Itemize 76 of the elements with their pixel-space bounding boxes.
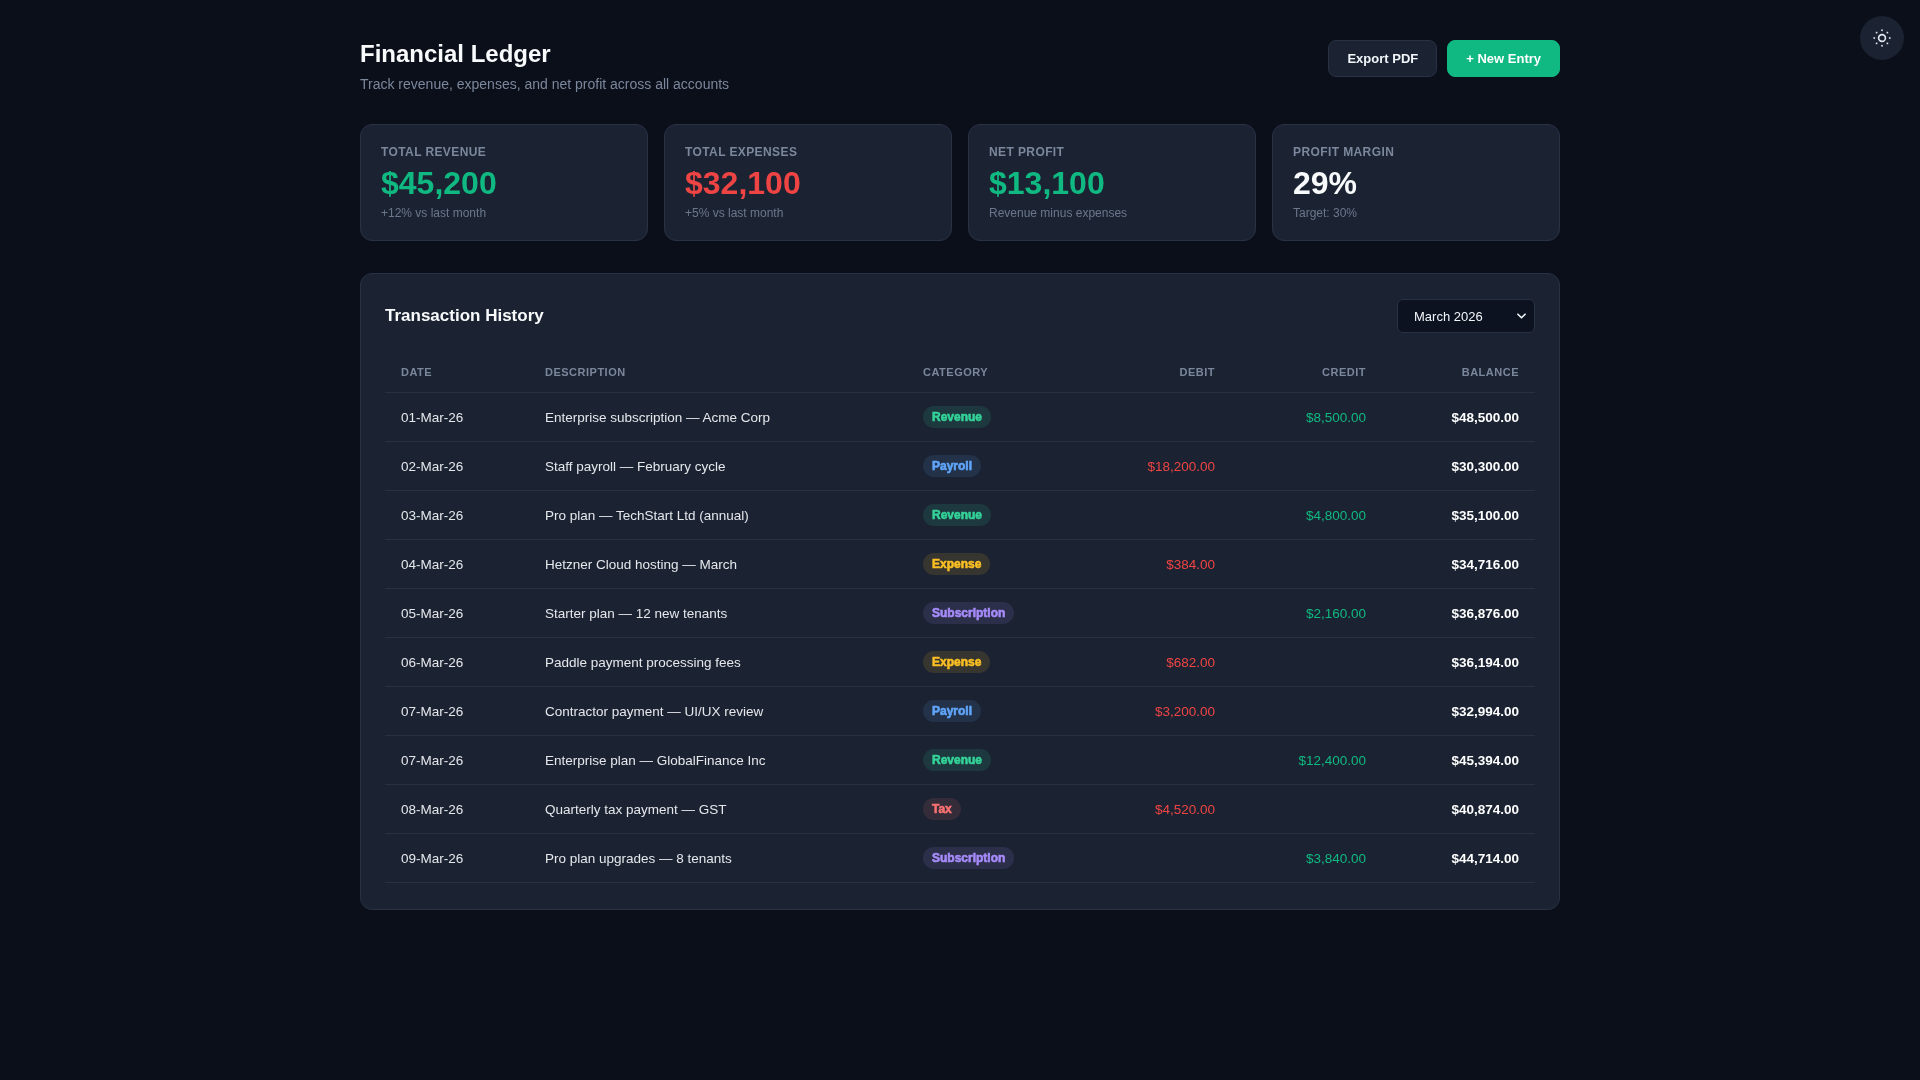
chevron-down-icon: [1517, 313, 1526, 319]
category-tag: Revenue: [923, 406, 992, 428]
balance-cell: $44,714.00: [1382, 833, 1535, 883]
balance-cell: $34,716.00: [1382, 539, 1535, 589]
column-header: DEBIT: [1081, 352, 1231, 393]
credit-cell: $4,800.00: [1231, 490, 1382, 540]
category-tag: Revenue: [923, 504, 992, 526]
column-header: DESCRIPTION: [529, 352, 907, 393]
description-cell: Quarterly tax payment — GST: [529, 784, 907, 834]
debit-cell: $682.00: [1081, 637, 1231, 687]
stat-value: $45,200: [381, 164, 497, 202]
date-cell: 03-Mar-26: [385, 490, 529, 540]
balance-cell: $48,500.00: [1382, 392, 1535, 442]
balance-cell: $45,394.00: [1382, 735, 1535, 785]
column-header: CREDIT: [1231, 352, 1382, 393]
month-select[interactable]: March 2026: [1397, 299, 1535, 333]
date-cell: 07-Mar-26: [385, 735, 529, 785]
category-tag: Revenue: [923, 749, 992, 771]
theme-toggle-button[interactable]: [1860, 16, 1904, 60]
stat-value: $32,100: [685, 164, 801, 202]
description-cell: Starter plan — 12 new tenants: [529, 588, 907, 638]
credit-cell: $8,500.00: [1231, 392, 1382, 442]
date-cell: 07-Mar-26: [385, 686, 529, 736]
debit-cell: $18,200.00: [1081, 441, 1231, 491]
category-tag: Subscription: [923, 602, 1015, 624]
debit-cell: $4,520.00: [1081, 784, 1231, 834]
description-cell: Contractor payment — UI/UX review: [529, 686, 907, 736]
category-tag: Payroll: [923, 455, 982, 477]
stat-label: NET PROFIT: [989, 144, 1065, 160]
sun-icon: [1873, 29, 1891, 47]
balance-cell: $30,300.00: [1382, 441, 1535, 491]
stat-note: +5% vs last month: [685, 205, 784, 221]
date-cell: 02-Mar-26: [385, 441, 529, 491]
date-cell: 08-Mar-26: [385, 784, 529, 834]
debit-cell: $384.00: [1081, 539, 1231, 589]
date-cell: 05-Mar-26: [385, 588, 529, 638]
stat-label: PROFIT MARGIN: [1293, 144, 1395, 160]
category-tag: Expense: [923, 651, 991, 673]
balance-cell: $36,194.00: [1382, 637, 1535, 687]
date-cell: 01-Mar-26: [385, 392, 529, 442]
description-cell: Hetzner Cloud hosting — March: [529, 539, 907, 589]
credit-cell: $2,160.00: [1231, 588, 1382, 638]
category-tag: Expense: [923, 553, 991, 575]
balance-cell: $36,876.00: [1382, 588, 1535, 638]
balance-cell: $35,100.00: [1382, 490, 1535, 540]
date-cell: 06-Mar-26: [385, 637, 529, 687]
stat-note: +12% vs last month: [381, 205, 487, 221]
stat-note: Target: 30%: [1293, 205, 1358, 221]
page-subtitle: Track revenue, expenses, and net profit across all accounts: [360, 75, 730, 94]
category-tag: Payroll: [923, 700, 982, 722]
column-header: CATEGORY: [907, 352, 1081, 393]
category-tag: Tax: [923, 798, 961, 820]
panel-title: Transaction History: [385, 306, 544, 326]
description-cell: Enterprise plan — GlobalFinance Inc: [529, 735, 907, 785]
column-header: DATE: [385, 352, 529, 393]
description-cell: Staff payroll — February cycle: [529, 441, 907, 491]
balance-cell: $40,874.00: [1382, 784, 1535, 834]
description-cell: Enterprise subscription — Acme Corp: [529, 392, 907, 442]
description-cell: Pro plan — TechStart Ltd (annual): [529, 490, 907, 540]
credit-cell: $12,400.00: [1231, 735, 1382, 785]
category-tag: Subscription: [923, 847, 1015, 869]
stat-label: TOTAL EXPENSES: [685, 144, 798, 160]
stat-value: 29%: [1293, 164, 1358, 202]
column-header: BALANCE: [1382, 352, 1535, 393]
debit-cell: $3,200.00: [1081, 686, 1231, 736]
stat-label: TOTAL REVENUE: [381, 144, 487, 160]
stat-value: $13,100: [989, 164, 1105, 202]
export-button[interactable]: Export PDF: [1328, 40, 1438, 77]
credit-cell: $3,840.00: [1231, 833, 1382, 883]
description-cell: Paddle payment processing fees: [529, 637, 907, 687]
description-cell: Pro plan upgrades — 8 tenants: [529, 833, 907, 883]
page-title: Financial Ledger: [360, 39, 551, 69]
date-cell: 04-Mar-26: [385, 539, 529, 589]
date-cell: 09-Mar-26: [385, 833, 529, 883]
balance-cell: $32,994.00: [1382, 686, 1535, 736]
stat-note: Revenue minus expenses: [989, 205, 1128, 221]
